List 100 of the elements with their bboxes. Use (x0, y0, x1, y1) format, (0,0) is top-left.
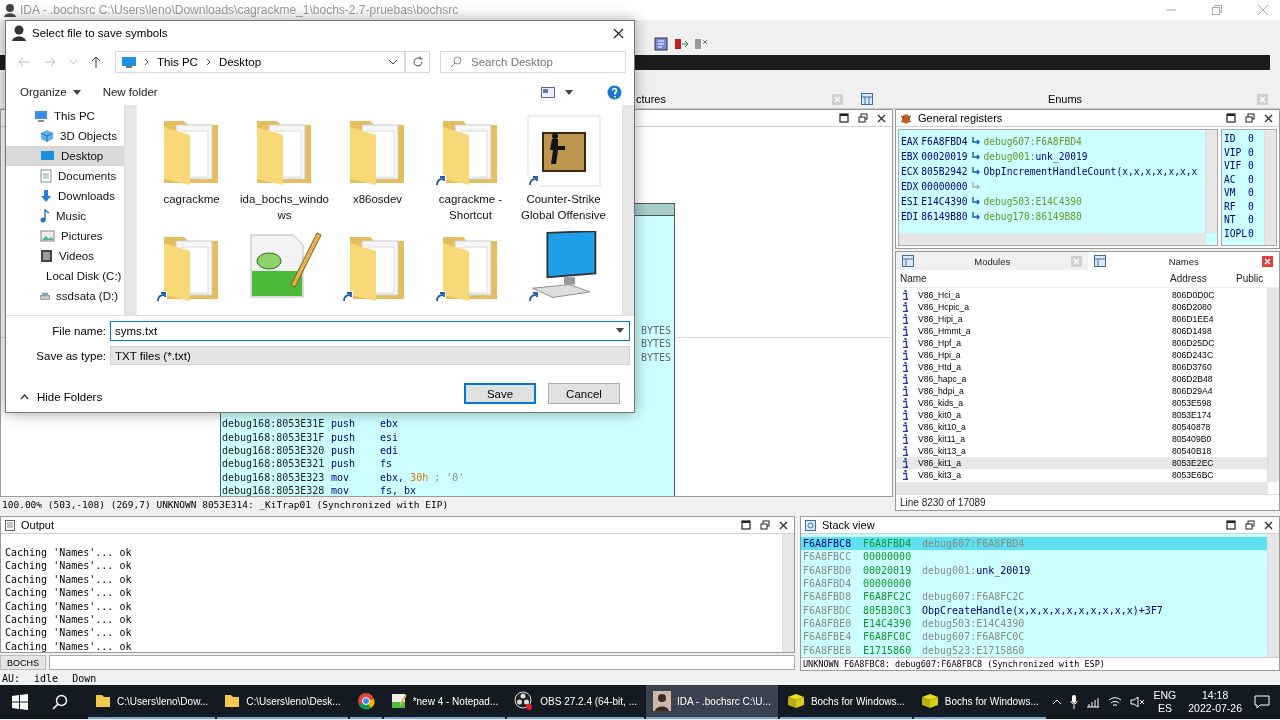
command-label[interactable]: BOCHS (0, 655, 46, 670)
stack-row[interactable]: F6A8FBE4 F6A8FC0C debug607:F6A8FC0C (801, 630, 1267, 644)
name-row[interactable]: V86_Hci_a 806D0D0C (896, 289, 1267, 301)
name-row[interactable]: V86_hdpi_a 806D29A4 (896, 385, 1267, 397)
wifi-icon[interactable] (1107, 696, 1122, 708)
jump-arrow-icon[interactable] (970, 197, 981, 206)
restore-icon[interactable] (1245, 113, 1255, 123)
close-icon[interactable] (1264, 520, 1273, 530)
stack-row[interactable]: F6A8FBD4 00000000 (801, 577, 1267, 591)
taskbar-button[interactable]: *new 4 - Notepad... (383, 685, 506, 719)
notification-icon[interactable] (1254, 695, 1270, 709)
search-field[interactable]: Search Desktop (440, 51, 626, 73)
caret-icon[interactable] (616, 328, 624, 333)
scrollbar[interactable] (896, 482, 1268, 494)
name-row[interactable]: V86_kit3_a 8053E6BC (896, 469, 1267, 481)
maximize-icon[interactable] (1226, 520, 1236, 530)
column-header[interactable]: Address (1170, 273, 1236, 284)
name-row[interactable]: V86_Hpf_a 806D25DC (896, 337, 1267, 349)
reference-cell[interactable]: ObpCreateHandle(x,x,x,x,x,x,x,x,x,x)+3F7 (922, 604, 1163, 616)
name-row[interactable]: V86_hapc_a 806D2B48 (896, 373, 1267, 385)
microphone-icon[interactable] (1069, 695, 1078, 709)
dialog-button[interactable]: Save (464, 383, 536, 404)
command-input[interactable] (49, 655, 795, 670)
scrollbar[interactable] (1267, 534, 1279, 657)
file-name-field[interactable]: syms.txt (110, 321, 630, 341)
restore-icon[interactable] (760, 520, 770, 530)
caret-icon[interactable] (565, 89, 573, 95)
stack-row[interactable]: F6A8FBC8 F6A8FBD4 debug607:F6A8FBD4 (801, 537, 1267, 551)
taskbar-button[interactable]: C:\Users\leno\Dow... (88, 685, 216, 719)
network-icon[interactable] (1085, 696, 1100, 708)
close-icon[interactable] (877, 113, 886, 123)
toolbar-icon[interactable] (654, 37, 668, 51)
tree-item[interactable]: Pictures (6, 226, 124, 246)
name-row[interactable]: V86_kit13_a 80540B18 (896, 445, 1267, 457)
new-folder-button[interactable]: New folder (96, 83, 164, 101)
refresh-button[interactable] (405, 51, 430, 73)
name-row[interactable]: V86_Hmmt_a 806D1498 (896, 325, 1267, 337)
close-icon[interactable] (779, 520, 788, 530)
restore-icon[interactable] (858, 113, 868, 123)
name-row[interactable]: V86_Htd_a 806D3760 (896, 361, 1267, 373)
reference-cell[interactable]: debug001:unk_20019 (922, 564, 1031, 576)
language-indicator[interactable]: ENG ES (1153, 689, 1177, 715)
tree-item[interactable]: Local Disk (C:) (6, 266, 124, 286)
scrollbar[interactable] (782, 534, 794, 652)
jump-arrow-icon[interactable] (970, 137, 981, 146)
file-item[interactable]: x86osdev (331, 111, 424, 207)
maximize-icon[interactable] (1226, 113, 1236, 123)
column-header[interactable]: Public (1236, 273, 1279, 284)
maximize-icon[interactable] (839, 113, 849, 123)
file-item[interactable]: Counter-Strike Global Offensive (517, 111, 610, 223)
clock[interactable]: 14:18 2022-07-26 (1188, 689, 1242, 715)
jump-arrow-icon[interactable] (970, 167, 981, 176)
close-icon[interactable] (1264, 113, 1273, 123)
register-reference[interactable]: debug001:unk_20019 (983, 151, 1088, 162)
register-reference[interactable]: ObpIncrementHandleCount(x,x,x,x,x,x,x (983, 166, 1198, 177)
name-row[interactable]: V86_kids_a 8053E598 (896, 397, 1267, 409)
name-row[interactable]: V86_Hcpic_a 806D2080 (896, 301, 1267, 313)
name-row[interactable]: V86_kit11_a 805409B0 (896, 433, 1267, 445)
scrollbar[interactable] (124, 105, 136, 315)
file-item[interactable]: cagrackme (145, 111, 238, 207)
tree-item[interactable]: Videos (6, 246, 124, 266)
close-icon[interactable] (613, 27, 624, 39)
name-row[interactable]: V86_kit0_a 8053E174 (896, 409, 1267, 421)
caret-icon[interactable] (72, 89, 81, 95)
tree-item[interactable]: ssdsata (D:) (6, 286, 124, 306)
panel-tab[interactable]: Modules (896, 252, 1088, 270)
file-item[interactable]: ida_bochs_windows (238, 111, 331, 223)
taskbar-button[interactable]: Bochs for Windows... (779, 685, 912, 719)
scrollbar[interactable] (622, 105, 634, 315)
speaker-muted-icon[interactable] (1129, 696, 1146, 708)
tree-item[interactable]: This PC (6, 106, 124, 126)
stack-row[interactable]: F6A8FBCC 00000000 (801, 550, 1267, 564)
scrollbar[interactable] (899, 233, 1206, 245)
tree-item[interactable]: 3D Objects (6, 126, 124, 146)
hide-folders-button[interactable]: Hide Folders (14, 389, 109, 404)
stack-row[interactable]: F6A8FBE8 E1715860 debug523:E1715860 (801, 643, 1267, 657)
dialog-button[interactable]: Cancel (548, 383, 620, 404)
stack-row[interactable]: F6A8FBE0 E14C4390 debug503:E14C4390 (801, 616, 1267, 631)
file-type-dropdown[interactable]: TXT files (*.txt) (110, 346, 630, 365)
maximize-icon[interactable] (741, 520, 751, 530)
tree-item[interactable]: Music (6, 206, 124, 226)
name-row[interactable]: V86_kit10_a 80540878 (896, 421, 1267, 433)
jump-arrow-icon[interactable] (970, 152, 981, 161)
jump-arrow-icon[interactable] (970, 212, 981, 221)
address-bar[interactable]: This PC Desktop (115, 51, 405, 73)
breadcrumb[interactable]: Desktop (218, 56, 262, 68)
tree-item[interactable]: Desktop (6, 146, 124, 166)
stack-row[interactable]: F6A8FBD0 00020019 debug001:unk_20019 (801, 563, 1267, 577)
chevron-down-icon[interactable] (388, 59, 398, 65)
up-arrow-icon[interactable] (91, 56, 101, 68)
scrollbar[interactable] (1205, 130, 1217, 233)
file-item[interactable]: cagrackme - Shortcut (424, 111, 517, 223)
toolbar-icon[interactable] (694, 37, 708, 51)
breadcrumb[interactable]: This PC (157, 56, 198, 68)
column-header[interactable]: Name (900, 273, 1170, 284)
name-row[interactable]: V86_kit1_a 8053E2EC (896, 457, 1267, 469)
taskbar-button[interactable]: Bochs for Windows... (913, 685, 1046, 719)
restore-icon[interactable] (1245, 520, 1255, 530)
chevron-up-icon[interactable] (1051, 699, 1062, 705)
stack-row[interactable]: F6A8FBD8 F6A8FC2C debug607:F6A8FC2C (801, 590, 1267, 604)
